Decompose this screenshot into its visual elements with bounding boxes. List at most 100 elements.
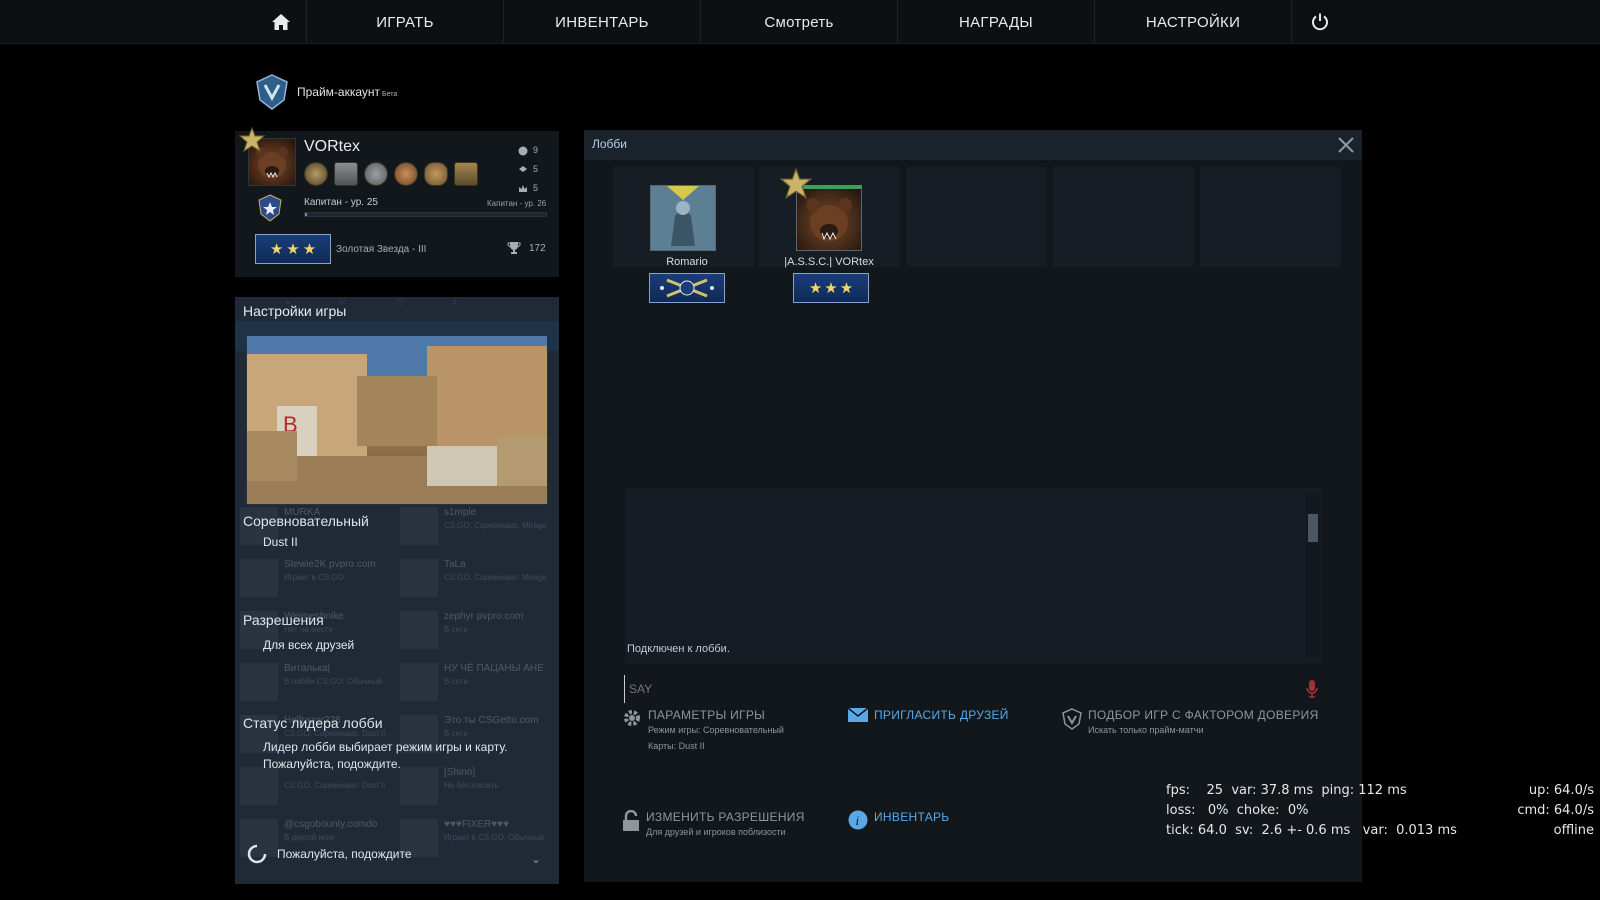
friend-status: В другой игре [284,833,335,842]
leader-status-label: Статус лидера лобби [243,715,383,731]
trophy-count: 172 [507,241,546,255]
friend-list-item: НУ ЧЁ ПАЦАНЫ АНЕ В сети [400,661,550,703]
star-icon: ★ [286,241,300,258]
lobby-player-rank-badge [649,273,725,303]
lobby-slot-3[interactable] [906,167,1047,267]
lobby-player-rank-badge: ★ ★ ★ [793,273,869,303]
waiting-text: Пожалуйста, подождите [277,847,412,861]
lobby-header: Лобби [584,130,1362,160]
nav-rewards[interactable]: НАГРАДЫ [898,0,1095,44]
top-navigation: ИГРАТЬ ИНВЕНТАРЬ Смотреть НАГРАДЫ НАСТРО… [0,0,1600,44]
friend-name: s1mple [444,507,477,518]
lobby-player-avatar[interactable] [650,185,716,251]
chevron-down-icon[interactable]: ⌄ [531,852,541,866]
leader-status-line-1: Лидер лобби выбирает режим игры и карту. [263,740,508,754]
friend-status: CS:GO: Соревноват. Dust II [284,781,386,790]
unlock-icon [623,810,639,831]
home-icon [271,14,290,30]
profile-card: VORtex 9 5 5 Капитан - ур. 25 Капитан - … [235,127,559,277]
envelope-icon [848,708,868,722]
nav-settings[interactable]: НАСТРОЙКИ [1095,0,1292,44]
change-permissions-title: ИЗМЕНИТЬ РАЗРЕШЕНИЯ [646,810,805,824]
netgraph-status: offline [1553,823,1594,838]
friend-status: В лобби CS:GO: Обычный [284,677,383,686]
player-avatar-image [651,186,715,250]
map-preview-image: B [246,335,548,505]
friend-status: В сети [444,625,468,634]
medal-icon[interactable] [424,162,448,186]
microphone-icon[interactable] [1306,679,1318,699]
close-icon[interactable] [1336,135,1356,155]
friend-avatar [400,767,438,805]
change-permissions-action[interactable]: ИЗМЕНИТЬ РАЗРЕШЕНИЯ Для друзей и игроков… [622,810,805,840]
medal-icon[interactable] [304,162,328,186]
nav-inventory[interactable]: ИНВЕНТАРЬ [504,0,701,44]
friend-list-item: ♥♥♥FIXER♥♥♥ Играет в CS:GO: Обычный [400,817,550,859]
stat-teacher: 5 [518,160,538,179]
game-settings-panel: ● ✉ 28 4 MURKA s1mple CS:GO: Соревноват. M… [235,297,559,884]
medal-row [304,162,478,186]
friend-avatar [240,559,278,597]
friend-avatar [240,767,278,805]
rank-current: Капитан - ур. 25 [304,197,378,208]
prime-status: Прайм-аккаунт Бета [255,74,397,110]
teacher-icon [519,165,527,172]
groups-tab: 4 [452,297,458,307]
friend-list-item: Виталька| В лобби CS:GO: Обычный [240,661,390,703]
friend-status: Играет в CS:GO [284,573,344,582]
home-button[interactable] [255,0,307,44]
svg-text:i: i [856,813,860,828]
crown-icon [519,184,527,192]
medal-icon[interactable] [394,162,418,186]
game-mode-label: Соревновательный [243,513,369,529]
nav-watch[interactable]: Смотреть [701,0,898,44]
avatar[interactable] [239,127,296,186]
skill-group-badge: ★ ★ ★ [255,234,331,264]
spinner-icon [247,844,267,864]
nav-play[interactable]: ИГРАТЬ [307,0,504,44]
lobby-slot-5[interactable] [1200,167,1341,267]
waiting-indicator: Пожалуйста, подождите [247,844,412,864]
friend-list-item: Stewie2K pvpro.com Играет в CS:GO [240,557,390,599]
invite-friends-label: ПРИГЛАСИТЬ ДРУЗЕЙ [874,708,1009,722]
power-button[interactable] [1292,0,1348,44]
rank-next: Капитан - ур. 26 [487,199,547,208]
chat-scrollbar[interactable] [1306,494,1320,657]
star-icon: ★ [302,241,317,258]
chat-input[interactable] [624,675,1321,703]
friend-name: Stewie2K pvpro.com [284,559,376,570]
trust-factor-icon [1062,708,1082,730]
chat-scrollbar-thumb[interactable] [1308,514,1318,542]
friend-name: @csgobounty.comdo [284,819,378,830]
lobby-panel: Лобби Romario |A.S.S.C.| VORtex ★ ★ ★ Подк… [584,130,1362,882]
xp-progress-fill [305,213,308,216]
trophy-icon [507,242,521,254]
friend-name: [Shino] [444,767,476,778]
prime-shield-icon [256,74,288,110]
game-params-action[interactable]: ПАРАМЕТРЫ ИГРЫ Режим игры: Соревнователь… [622,708,784,754]
leader-status-line-2: Пожалуйста, подождите. [263,757,401,771]
friend-status: В сети [444,677,468,686]
friend-name: Это ты CSGetto.com [444,715,539,726]
netgraph-cmd: cmd: 64.0/s [1517,803,1594,818]
friend-name: ♥♥♥FIXER♥♥♥ [444,819,510,830]
lobby-title: Лобби [592,137,627,151]
friend-avatar [400,559,438,597]
medal-icon[interactable] [454,162,478,186]
friend-list-item: s1mple CS:GO: Соревноват. Mirage [400,505,550,547]
inventory-label: ИНВЕНТАРЬ [874,810,950,824]
friend-avatar [240,663,278,701]
invite-friends-button[interactable]: ПРИГЛАСИТЬ ДРУЗЕЙ [848,708,1009,722]
dust2-map-image: B [247,336,547,504]
medal-icon[interactable] [364,162,388,186]
recent-tab: 28 [393,297,404,307]
permissions-value: Для всех друзей [263,638,355,652]
friend-name: НУ ЧЁ ПАЦАНЫ АНЕ [444,663,544,674]
inventory-button[interactable]: i ИНВЕНТАРЬ [848,810,949,830]
lobby-slot-4[interactable] [1053,167,1194,267]
trust-factor-action[interactable]: ПОДБОР ИГР С ФАКТОРОМ ДОВЕРИЯ Искать тол… [1062,708,1319,738]
lobby-chat-log[interactable] [625,488,1322,663]
gear-icon [624,710,640,726]
skill-group-label: Золотая Звезда - III [336,244,427,255]
medal-icon[interactable] [334,162,358,186]
